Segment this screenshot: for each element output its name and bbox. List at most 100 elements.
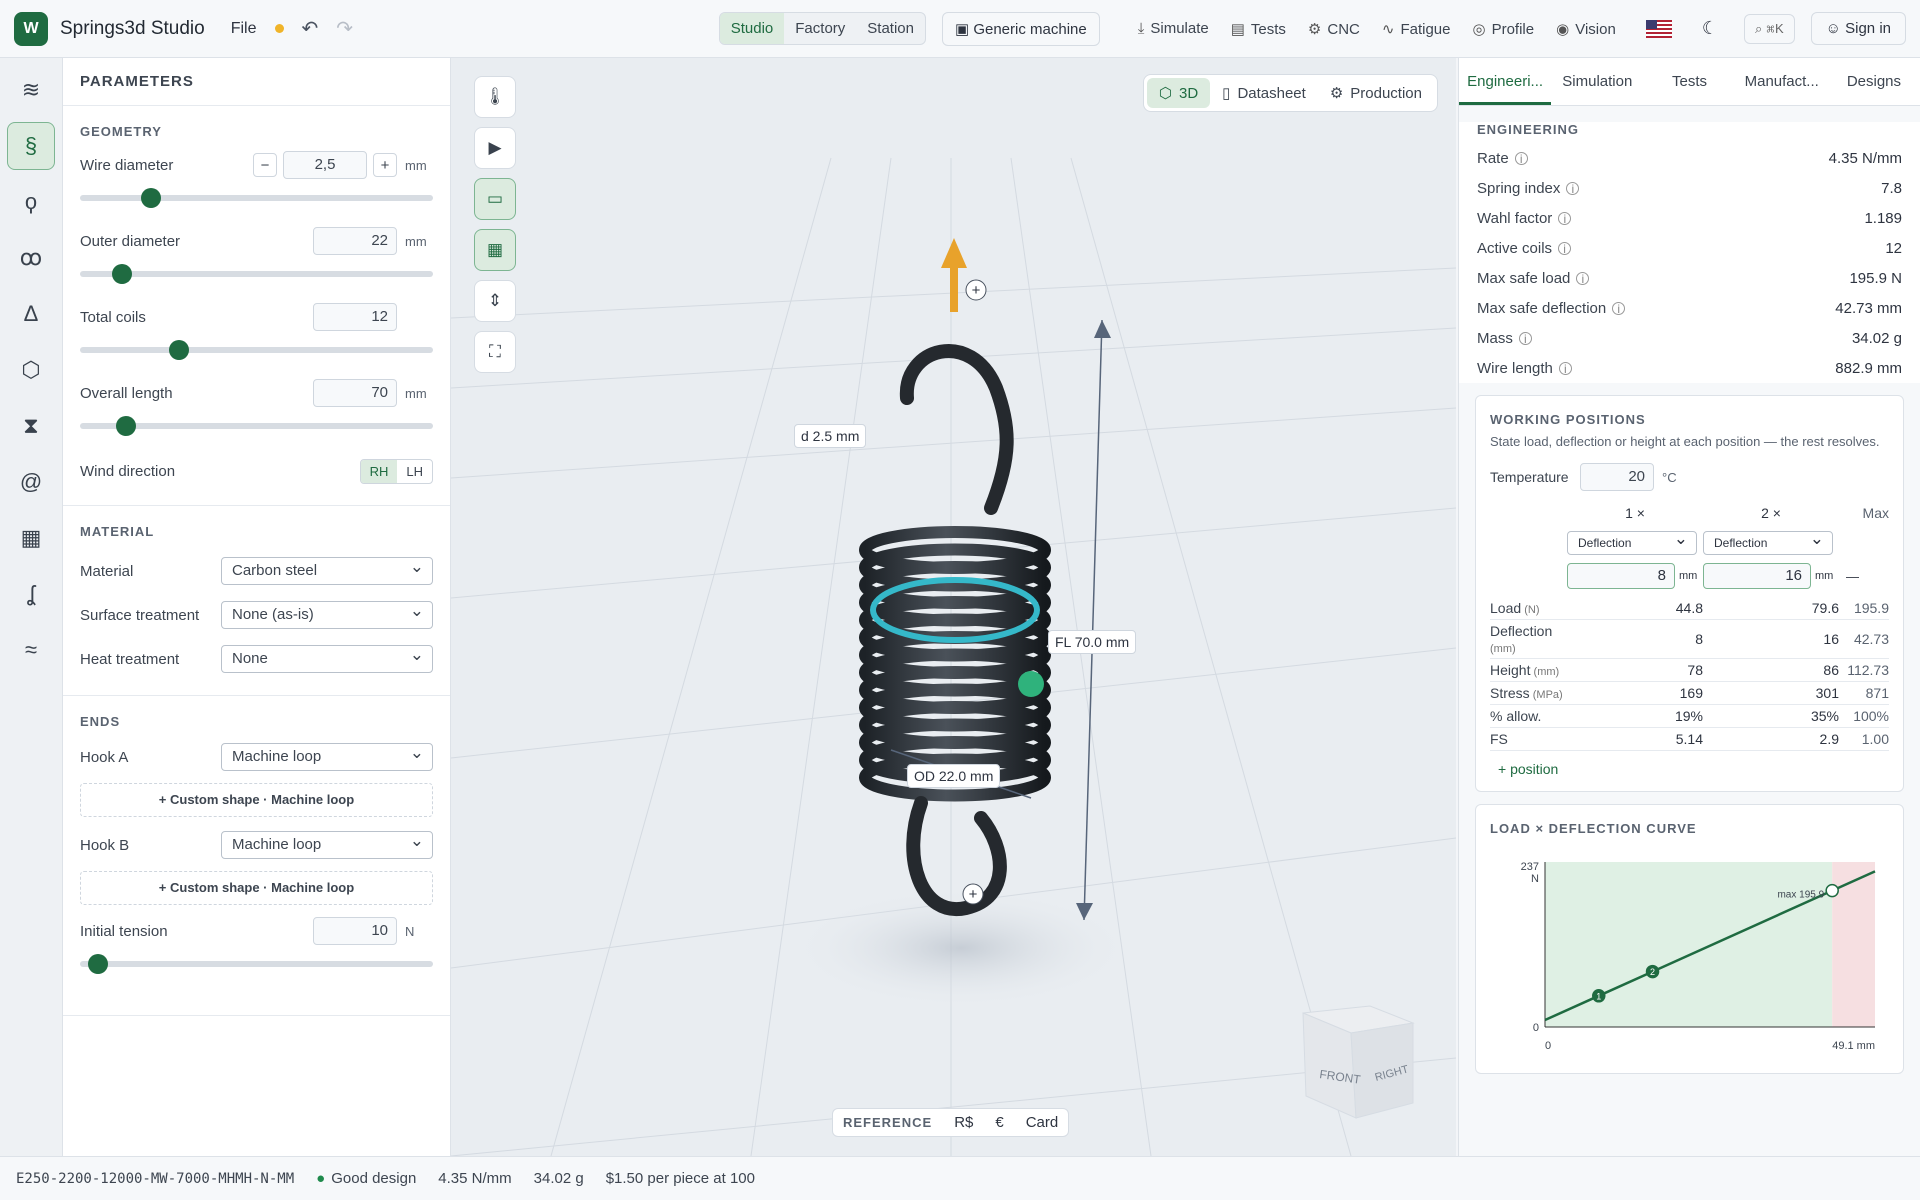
redo-icon[interactable]: ↷: [336, 16, 353, 41]
position-2-input[interactable]: 16: [1703, 563, 1811, 589]
tab-engineering[interactable]: Engineeri...: [1459, 58, 1552, 105]
slider-thumb[interactable]: [112, 264, 133, 284]
surface-select[interactable]: None (as-is): [221, 598, 433, 629]
sign-in-button[interactable]: ☺ Sign in: [1810, 12, 1906, 45]
compression-spring-icon[interactable]: ≋: [7, 66, 55, 114]
info-icon[interactable]: i: [1558, 212, 1572, 226]
tab-production[interactable]: ⚙ Production: [1318, 78, 1434, 108]
tab-3d[interactable]: ⬡ 3D: [1146, 78, 1211, 108]
overall-length-slider[interactable]: [80, 409, 433, 443]
mode-factory[interactable]: Factory: [784, 13, 856, 44]
nav-tests[interactable]: ▤ Tests: [1231, 20, 1286, 38]
machine-selector[interactable]: ▣ Generic machine: [941, 11, 1100, 46]
spiral-spring-icon[interactable]: @: [7, 458, 55, 506]
view-cube[interactable]: [1302, 1005, 1415, 1119]
app-logo-icon[interactable]: W: [14, 11, 48, 46]
tab-designs[interactable]: Designs: [1828, 58, 1920, 105]
increment-button[interactable]: +: [373, 153, 397, 177]
info-icon[interactable]: i: [1558, 362, 1572, 376]
mode-studio[interactable]: Studio: [719, 13, 785, 44]
engineering-row: Active coils i 12: [1477, 233, 1902, 263]
add-position-button[interactable]: + position: [1490, 751, 1889, 791]
torsion-spring-icon[interactable]: ϙ: [7, 178, 55, 226]
position-1-mode[interactable]: Deflection: [1567, 528, 1697, 555]
part-code[interactable]: E250-2200-12000-MW-7000-MHMH-N-MM: [16, 1171, 294, 1187]
info-icon[interactable]: i: [1612, 302, 1626, 316]
currency-brl[interactable]: R$: [954, 1114, 973, 1131]
decrement-button[interactable]: −: [253, 153, 277, 177]
3d-viewport[interactable]: + + FRONT RIGHT 🌡 ▶ ▭ ▦ ⇕ ⛶ ⬡ 3D ▯ Datashe…: [451, 58, 1456, 1156]
position-2-mode[interactable]: Deflection: [1703, 528, 1833, 555]
nav-vision[interactable]: ◉ Vision: [1556, 20, 1616, 38]
currency-eur[interactable]: €: [995, 1114, 1003, 1131]
fit-height-icon[interactable]: ⇕: [474, 280, 516, 322]
nav-profile[interactable]: ◎ Profile: [1473, 20, 1535, 38]
slider-thumb[interactable]: [140, 188, 161, 208]
extension-spring-icon[interactable]: §: [7, 122, 55, 170]
slider-thumb[interactable]: [168, 340, 189, 360]
hook-b-custom-button[interactable]: + Custom shape · Machine loop: [80, 871, 433, 905]
material-select[interactable]: Carbon steel: [221, 554, 433, 585]
spring-coils[interactable]: [859, 526, 1051, 802]
double-torsion-icon[interactable]: ꝏ: [7, 234, 55, 282]
mode-station[interactable]: Station: [856, 13, 925, 44]
results-tabs: Engineeri... Simulation Tests Manufact..…: [1459, 58, 1920, 106]
hook-b-select[interactable]: Machine loop: [221, 828, 433, 859]
moon-icon[interactable]: ☾: [1702, 18, 1718, 39]
initial-tension-slider[interactable]: [80, 947, 433, 981]
total-coils-input[interactable]: 12: [313, 303, 397, 331]
file-menu[interactable]: File: [231, 20, 257, 38]
nav-fatigue[interactable]: ∿ Fatigue: [1382, 20, 1451, 38]
engineering-value: 7.8: [1881, 179, 1902, 197]
tab-tests[interactable]: Tests: [1643, 58, 1735, 105]
search-button[interactable]: ⌕ ⌘K: [1743, 13, 1795, 44]
barrel-spring-icon[interactable]: ⬡: [7, 346, 55, 394]
ruler-icon[interactable]: ▭: [474, 178, 516, 220]
leaf-spring-icon[interactable]: ≈: [7, 626, 55, 674]
total-coils-slider[interactable]: [80, 333, 433, 367]
hook-a-shape[interactable]: [899, 344, 1014, 515]
position-2-header[interactable]: 2 ×: [1703, 505, 1839, 521]
wire-diameter-slider[interactable]: [80, 181, 433, 215]
hook-a-select[interactable]: Machine loop: [221, 740, 433, 771]
nav-cnc[interactable]: ⚙ CNC: [1308, 20, 1360, 38]
hook-a-custom-button[interactable]: + Custom shape · Machine loop: [80, 783, 433, 817]
undo-icon[interactable]: ↶: [302, 16, 319, 41]
load-handle[interactable]: [1018, 671, 1044, 697]
grid-icon[interactable]: ▦: [474, 229, 516, 271]
initial-tension-input[interactable]: 10: [313, 917, 397, 945]
temperature-input[interactable]: 20: [1580, 463, 1654, 491]
wire-form-icon[interactable]: ʆ: [7, 570, 55, 618]
wave-spring-icon[interactable]: ▦: [7, 514, 55, 562]
us-flag-icon[interactable]: [1645, 19, 1672, 38]
fullscreen-icon[interactable]: ⛶: [474, 331, 516, 373]
tab-manufacturing[interactable]: Manufact...: [1736, 58, 1828, 105]
slider-thumb[interactable]: [115, 416, 136, 436]
info-icon[interactable]: i: [1514, 152, 1528, 166]
temperature-icon[interactable]: 🌡: [474, 76, 516, 118]
info-icon[interactable]: i: [1566, 182, 1580, 196]
tab-simulation[interactable]: Simulation: [1551, 58, 1643, 105]
up-arrow-icon[interactable]: [941, 238, 967, 268]
reference-card[interactable]: Card: [1026, 1114, 1059, 1131]
position-1-input[interactable]: 8: [1567, 563, 1675, 589]
outer-diameter-slider[interactable]: [80, 257, 433, 291]
play-icon[interactable]: ▶: [474, 127, 516, 169]
material-title: MATERIAL: [80, 524, 155, 539]
wire-diameter-input[interactable]: 2,5: [283, 151, 367, 179]
nav-simulate[interactable]: ⤓ Simulate: [1138, 20, 1209, 37]
info-icon[interactable]: i: [1518, 332, 1532, 346]
wind-lh[interactable]: LH: [397, 460, 432, 483]
outer-diameter-input[interactable]: 22: [313, 227, 397, 255]
info-icon[interactable]: i: [1558, 242, 1572, 256]
info-icon[interactable]: i: [1576, 272, 1590, 286]
wind-rh[interactable]: RH: [360, 459, 398, 483]
overall-length-input[interactable]: 70: [313, 379, 397, 407]
conical-spring-icon[interactable]: Δ: [7, 290, 55, 338]
position-1-header[interactable]: 1 ×: [1567, 505, 1703, 521]
hourglass-spring-icon[interactable]: ⧗: [7, 402, 55, 450]
initial-tension-unit: N: [405, 923, 415, 939]
slider-thumb[interactable]: [87, 954, 108, 974]
heat-select[interactable]: None: [221, 642, 433, 673]
tab-datasheet[interactable]: ▯ Datasheet: [1210, 78, 1318, 108]
